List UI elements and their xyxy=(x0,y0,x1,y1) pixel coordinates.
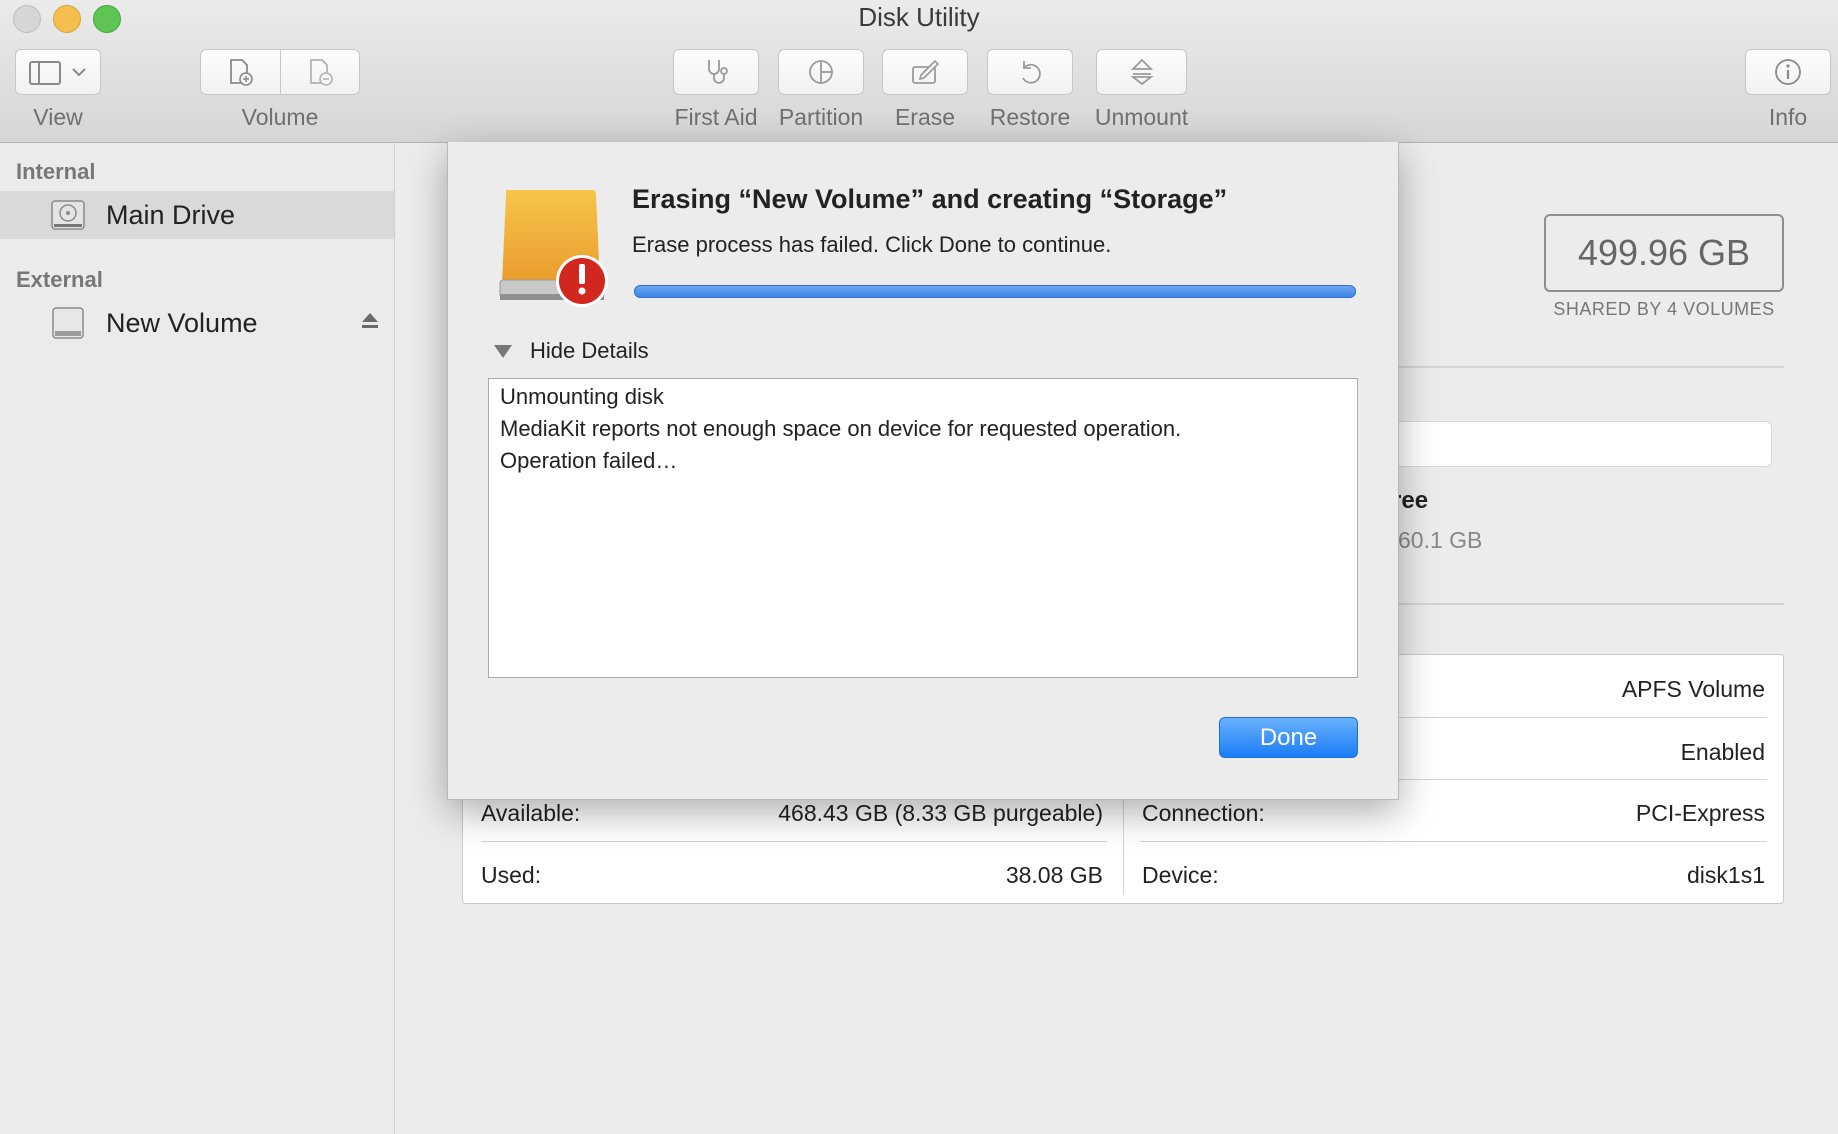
restore-button[interactable] xyxy=(987,49,1073,95)
sidebar-heading-external: External xyxy=(16,267,103,292)
add-volume-icon xyxy=(230,59,254,86)
remove-volume-icon xyxy=(309,59,333,86)
info-icon xyxy=(1775,59,1801,85)
owners-value: Enabled xyxy=(1680,739,1765,765)
view-label: View xyxy=(33,104,83,130)
dialog-title: Erasing “New Volume” and creating “Stora… xyxy=(632,184,1228,214)
unmount-label: Unmount xyxy=(1094,104,1189,130)
free-value: 60.1 GB xyxy=(1398,527,1483,553)
sidebar-item-label: New Volume xyxy=(106,307,258,338)
divider xyxy=(1398,603,1784,605)
divider xyxy=(481,841,1107,842)
eject-icon xyxy=(362,313,378,328)
sidebar-item-label: Main Drive xyxy=(106,199,236,230)
capacity-box: 499.96 GB xyxy=(1544,214,1784,292)
external-drive-icon xyxy=(50,305,86,346)
partition-button[interactable] xyxy=(778,49,864,95)
add-volume-button[interactable] xyxy=(201,50,281,94)
erase-button[interactable] xyxy=(882,49,968,95)
device-value: disk1s1 xyxy=(1687,862,1765,888)
connection-label: Connection: xyxy=(1142,800,1265,826)
disclosure-triangle-icon xyxy=(494,345,512,358)
capacity-subtitle: SHARED BY 4 VOLUMES xyxy=(1553,299,1775,319)
volume-label: Volume xyxy=(241,104,319,130)
window-titlebar: Disk Utility View Volume First Aid Parti… xyxy=(0,0,1838,143)
sidebar-heading-internal: Internal xyxy=(16,159,96,184)
progress-bar xyxy=(634,285,1356,298)
info-button[interactable] xyxy=(1745,49,1831,95)
sidebar: Internal Main Drive External New Volume xyxy=(0,143,395,1134)
stethoscope-icon xyxy=(708,60,728,84)
erase-label: Erase xyxy=(894,104,956,130)
details-log[interactable]: Unmounting disk MediaKit reports not eno… xyxy=(488,378,1358,678)
window-title: Disk Utility xyxy=(858,2,980,32)
sidebar-item-new-volume[interactable]: New Volume xyxy=(0,299,394,347)
available-label: Available: xyxy=(481,800,581,826)
eject-icon xyxy=(1129,58,1154,86)
sidebar-toggle-icon xyxy=(29,61,86,85)
available-value: 468.43 GB (8.33 GB purgeable) xyxy=(778,800,1103,826)
pie-icon xyxy=(809,60,833,84)
first-aid-label: First Aid xyxy=(674,104,758,130)
sidebar-item-main-drive[interactable]: Main Drive xyxy=(0,191,394,239)
first-aid-button[interactable] xyxy=(673,49,759,95)
remove-volume-button[interactable] xyxy=(281,50,360,94)
erase-dialog: Erasing “New Volume” and creating “Stora… xyxy=(447,142,1399,800)
dialog-message: Erase process has failed. Click Done to … xyxy=(632,232,1112,257)
usage-bar xyxy=(1380,421,1772,467)
done-button[interactable]: Done xyxy=(1219,717,1358,758)
restore-label: Restore xyxy=(989,104,1071,130)
log-line: Unmounting disk xyxy=(500,384,664,409)
volume-segmented-control xyxy=(200,49,360,95)
partition-label: Partition xyxy=(778,104,864,130)
restore-arrow-icon xyxy=(1022,61,1041,84)
device-label: Device: xyxy=(1142,862,1219,888)
type-value: APFS Volume xyxy=(1621,676,1765,702)
log-line: Operation failed… xyxy=(500,448,678,473)
used-value: 38.08 GB xyxy=(1005,862,1103,888)
used-label: Used: xyxy=(481,862,542,888)
hide-details-label: Hide Details xyxy=(530,338,649,363)
hard-drive-icon xyxy=(50,197,86,238)
connection-value: PCI-Express xyxy=(1635,800,1765,826)
unmount-button[interactable] xyxy=(1096,49,1187,95)
pencil-icon xyxy=(912,59,940,84)
log-line: MediaKit reports not enough space on dev… xyxy=(500,416,1182,441)
divider xyxy=(1398,366,1784,368)
divider xyxy=(1140,841,1767,842)
hide-details-toggle[interactable]: Hide Details xyxy=(492,338,649,364)
view-button[interactable] xyxy=(15,49,101,95)
column-divider xyxy=(1123,795,1124,895)
eject-button[interactable] xyxy=(360,311,380,338)
info-label: Info xyxy=(1768,104,1808,130)
drive-alert-icon xyxy=(496,184,616,317)
